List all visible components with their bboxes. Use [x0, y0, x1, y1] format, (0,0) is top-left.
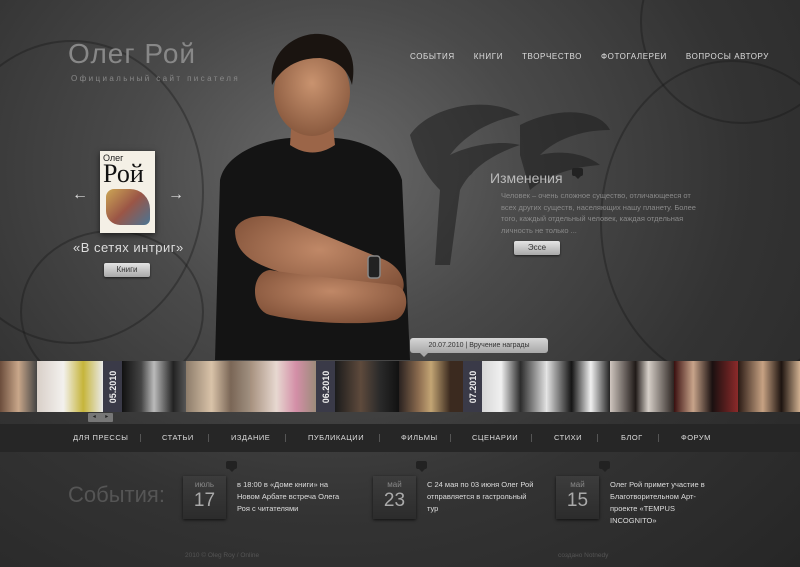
gallery-month-label: 06.2010 — [316, 361, 335, 412]
events-heading: События: — [68, 482, 165, 507]
gallery-photo[interactable] — [546, 361, 610, 412]
bottom-nav-edition[interactable]: Издание — [231, 433, 270, 442]
bottom-nav-films[interactable]: Фильмы — [401, 433, 438, 442]
gallery-photo[interactable] — [186, 361, 250, 412]
bottom-nav-divider — [531, 434, 532, 442]
footer-credit[interactable]: создано Notnedy — [558, 552, 608, 559]
gallery-photo[interactable] — [335, 361, 399, 412]
event-month: июль — [194, 480, 215, 489]
article-title[interactable]: Изменения — [490, 170, 563, 186]
speech-bubble-icon — [416, 461, 427, 472]
nav-creativity[interactable]: Творчество — [522, 52, 582, 61]
page: Олег Рой Официальный сайт писателя Событ… — [0, 0, 800, 567]
photo-gallery-strip: 05.2010 06.2010 07.2010 — [0, 361, 800, 412]
books-button[interactable]: Книги — [104, 263, 150, 277]
bottom-nav-articles[interactable]: Статьи — [162, 433, 194, 442]
gallery-photo[interactable] — [738, 361, 800, 412]
gallery-month-label: 05.2010 — [103, 361, 122, 412]
event-description[interactable]: С 24 мая по 03 июня Олег Рой отправляетс… — [427, 479, 537, 515]
article-excerpt: Человек – очень сложное существо, отлича… — [501, 191, 696, 235]
bottom-nav-press[interactable]: Для прессы — [73, 433, 128, 442]
author-portrait-image — [215, 33, 410, 360]
gallery-prev-icon[interactable]: ◂ — [88, 413, 101, 422]
bottom-nav-divider — [285, 434, 286, 442]
gallery-photo[interactable] — [610, 361, 674, 412]
gallery-photo[interactable] — [0, 361, 37, 412]
nav-books[interactable]: Книги — [474, 52, 503, 61]
book-cover-title: Рой — [103, 159, 144, 188]
gallery-photo[interactable] — [250, 361, 316, 412]
speech-bubble-icon — [572, 168, 583, 179]
gallery-photo[interactable] — [399, 361, 463, 412]
event-date-badge: июль 17 — [183, 476, 226, 519]
event-day: 23 — [383, 490, 406, 511]
gallery-photo[interactable] — [37, 361, 103, 412]
gallery-scroll-control: ◂ ▸ — [88, 413, 113, 422]
book-title[interactable]: «В сетях интриг» — [73, 240, 184, 255]
bottom-nav-divider — [597, 434, 598, 442]
nav-photo-galleries[interactable]: Фотогалереи — [601, 52, 667, 61]
book-cover-image[interactable]: Олег Рой — [100, 151, 155, 233]
speech-bubble-icon — [226, 461, 237, 472]
gallery-next-icon[interactable]: ▸ — [101, 413, 114, 422]
bottom-nav-divider — [379, 434, 380, 442]
event-day: 17 — [193, 490, 216, 511]
gallery-photo[interactable] — [122, 361, 186, 412]
bottom-nav-poems[interactable]: Стихи — [554, 433, 582, 442]
gallery-photo-tag[interactable]: 20.07.2010 | Вручение награды — [410, 338, 548, 357]
event-description[interactable]: Олег Рой примет участие в Благотворитель… — [610, 479, 720, 527]
nav-questions[interactable]: Вопросы автору — [686, 52, 769, 61]
bottom-nav-scripts[interactable]: Сценарии — [472, 433, 518, 442]
bottom-nav-divider — [140, 434, 141, 442]
event-date-badge: май 23 — [373, 476, 416, 519]
event-month: май — [570, 480, 585, 489]
bottom-nav-divider — [208, 434, 209, 442]
bottom-nav-publications[interactable]: Публикации — [308, 433, 364, 442]
footer-copyright: 2010 © Oleg Roy / Online — [185, 552, 260, 559]
nav-events[interactable]: События — [410, 52, 455, 61]
speech-bubble-icon — [599, 461, 610, 472]
event-date-badge: май 15 — [556, 476, 599, 519]
bottom-nav-blog[interactable]: Блог — [621, 433, 643, 442]
essays-button[interactable]: Эссе — [514, 241, 560, 255]
bottom-nav-forum[interactable]: Форум — [681, 433, 711, 442]
event-description[interactable]: в 18:00 в «Доме книги» на Новом Арбате в… — [237, 479, 347, 515]
book-cover-art — [106, 189, 150, 225]
bottom-nav-divider — [450, 434, 451, 442]
site-logo-title[interactable]: Олег Рой — [68, 38, 196, 70]
top-navigation: События Книги Творчество Фотогалереи Воп… — [410, 52, 788, 61]
event-month: май — [387, 480, 402, 489]
bottom-nav-divider — [658, 434, 659, 442]
gallery-month-label: 07.2010 — [463, 361, 482, 412]
gallery-photo[interactable] — [482, 361, 546, 412]
slider-prev-arrow-icon[interactable]: ← — [72, 186, 88, 204]
gallery-photo[interactable] — [674, 361, 738, 412]
slider-next-arrow-icon[interactable]: → — [168, 186, 184, 204]
event-day: 15 — [566, 490, 589, 511]
